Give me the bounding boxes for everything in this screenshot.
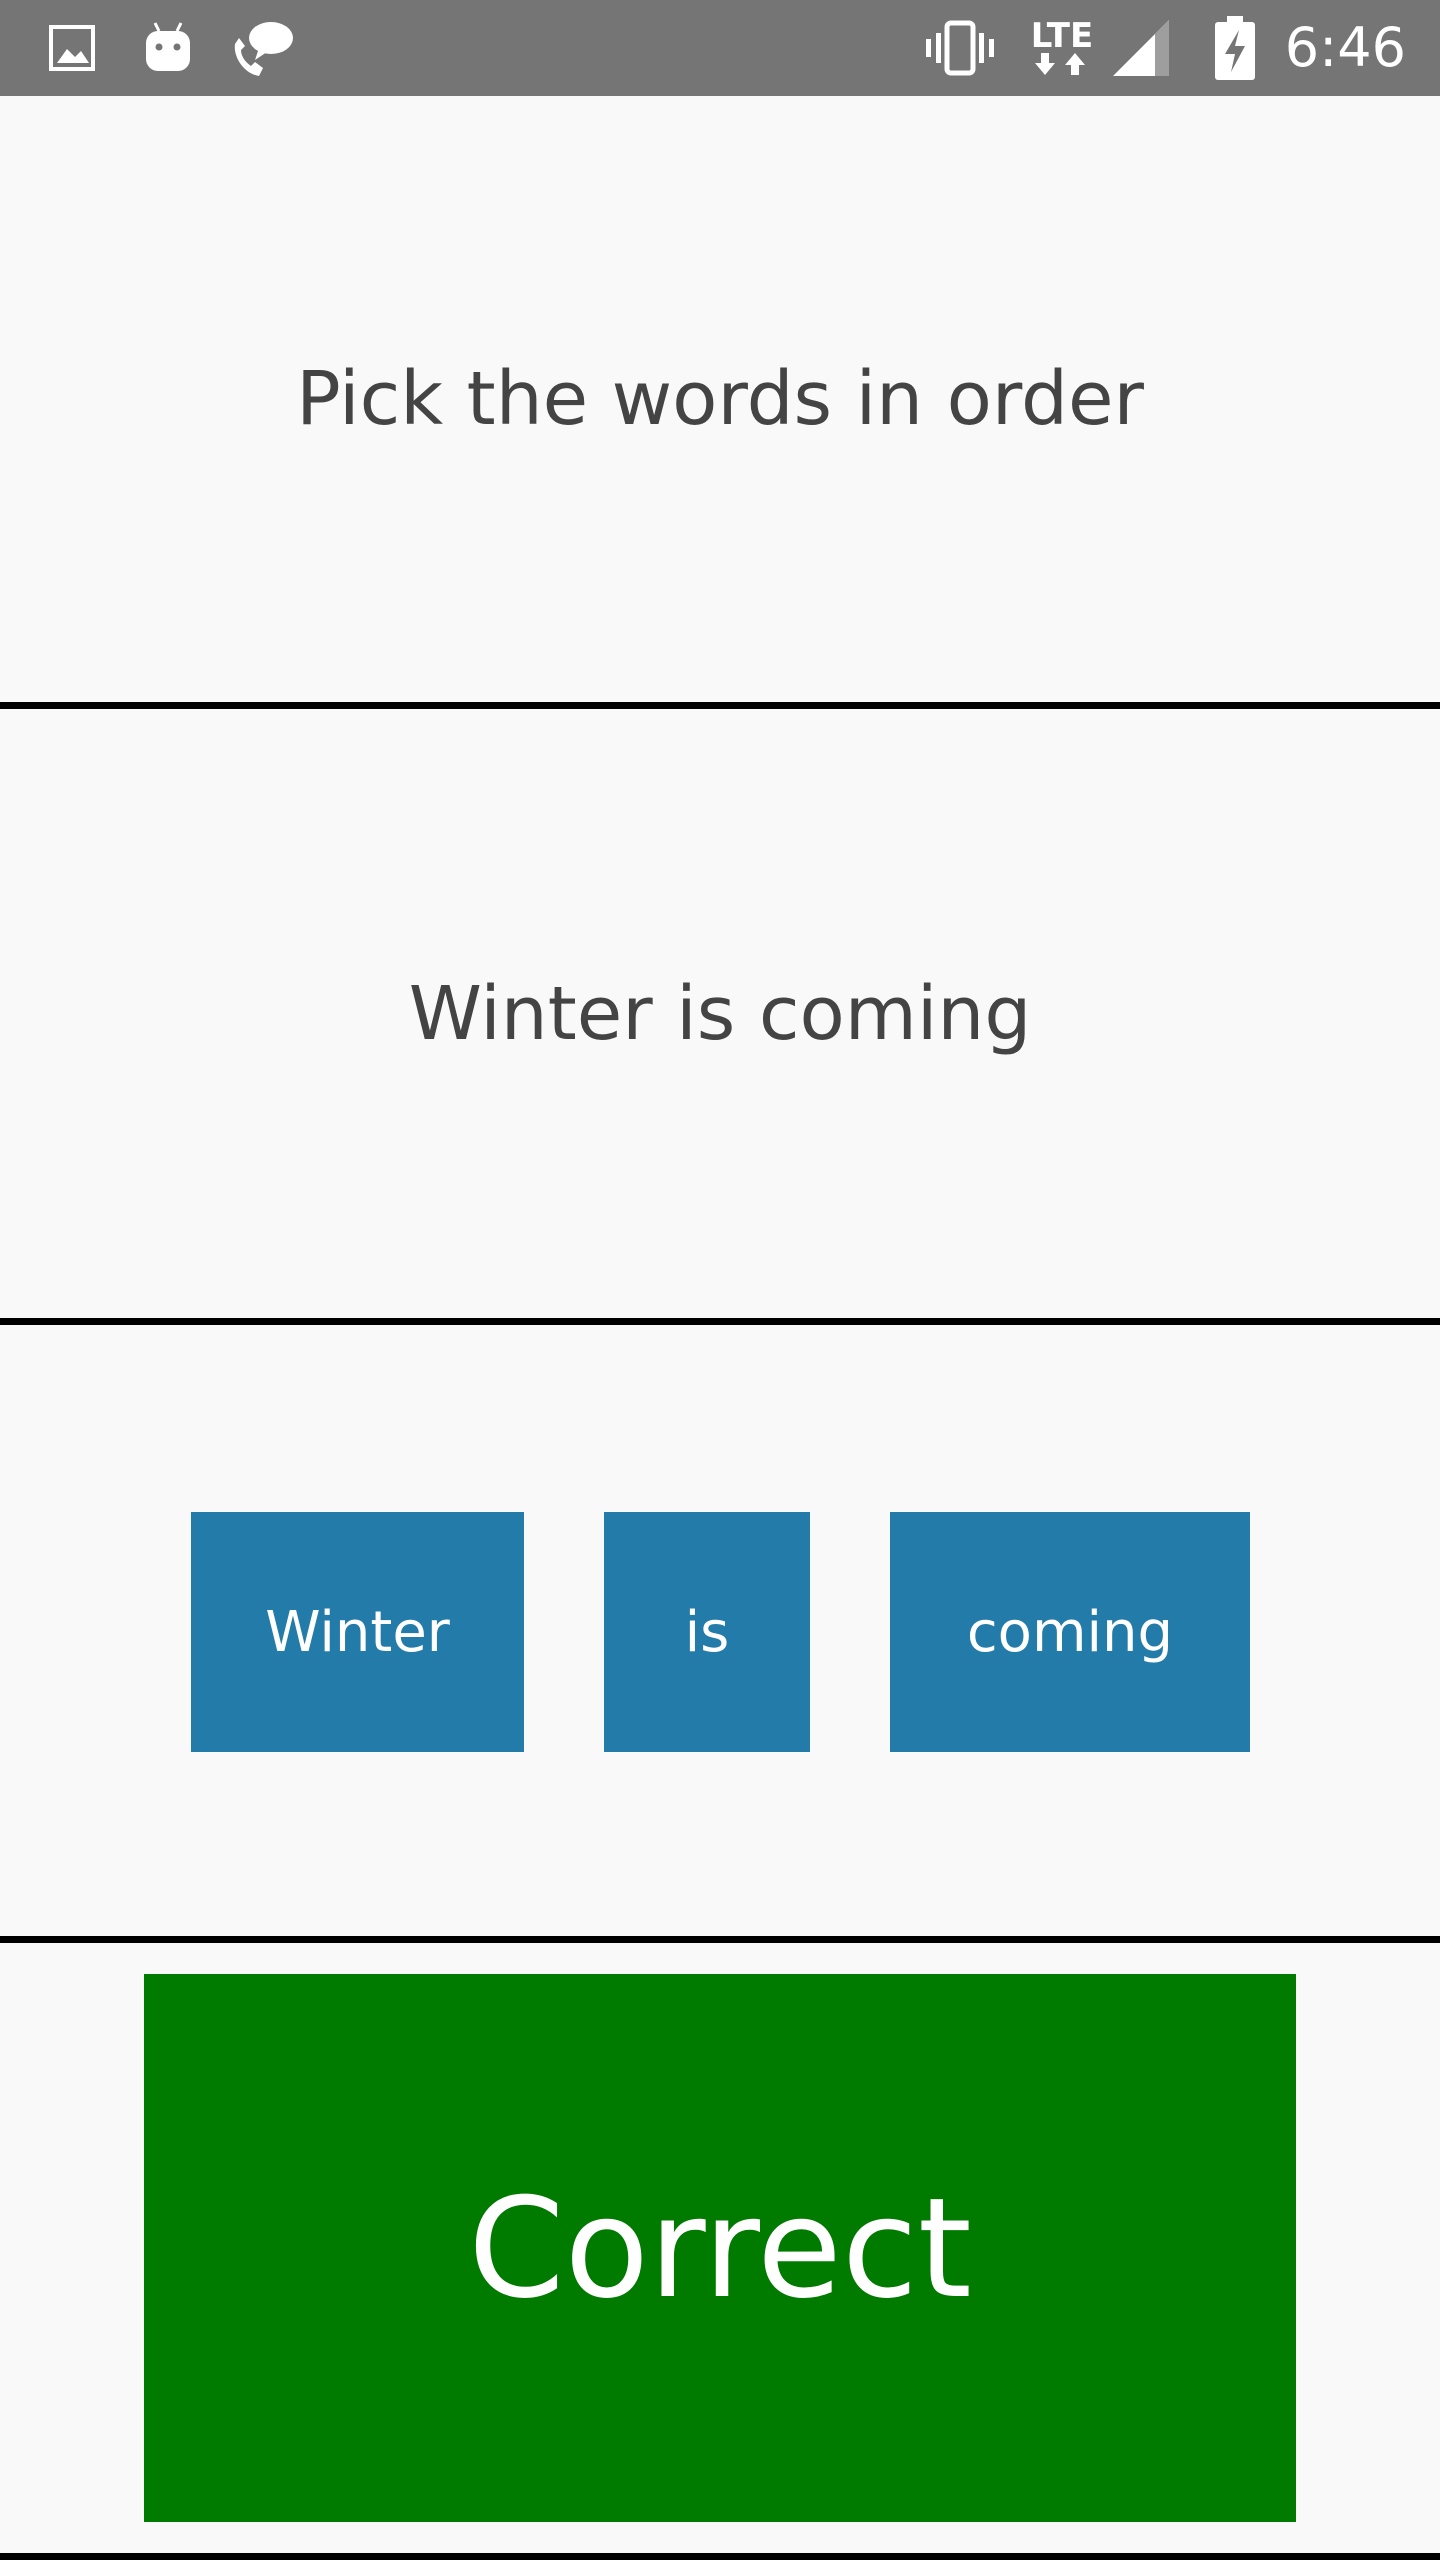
prompt-text: Pick the words in order (296, 356, 1144, 442)
battery-charging-icon (1212, 0, 1258, 96)
word-tile-is[interactable]: is (604, 1512, 810, 1752)
word-tile-coming[interactable]: coming (890, 1512, 1250, 1752)
divider (0, 1936, 1440, 1943)
status-time: 6:46 (1284, 16, 1406, 79)
signal-icon (1110, 0, 1172, 96)
vibrate-icon (922, 0, 998, 96)
gallery-icon (46, 0, 98, 96)
status-bar: LTE 6:46 (0, 0, 1440, 96)
lte-label: LTE (1030, 16, 1094, 56)
divider (0, 2553, 1440, 2560)
divider (0, 702, 1440, 709)
lte-icon: LTE (1024, 0, 1100, 96)
sentence-text: Winter is coming (408, 970, 1032, 1057)
sentence-panel: Winter is coming (0, 709, 1440, 1318)
word-tile-winter[interactable]: Winter (191, 1512, 524, 1752)
android-icon (140, 0, 196, 96)
prompt-panel: Pick the words in order (0, 96, 1440, 702)
phone-chat-icon (228, 0, 296, 96)
divider (0, 1318, 1440, 1325)
correct-button[interactable]: Correct (144, 1974, 1296, 2522)
